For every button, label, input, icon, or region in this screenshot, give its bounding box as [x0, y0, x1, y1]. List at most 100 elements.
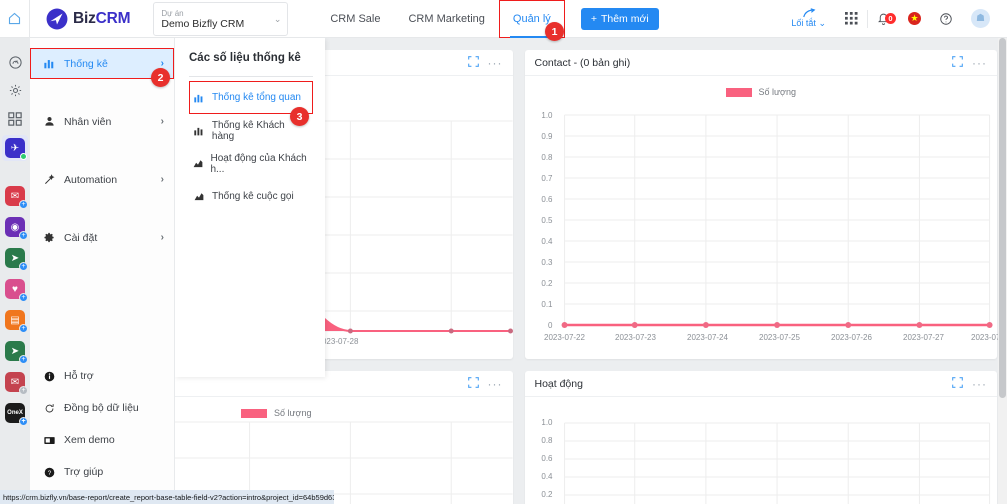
more-dots-icon[interactable]: ··· [488, 378, 503, 390]
home-icon[interactable] [0, 0, 30, 38]
card-right-bottom-body: 1.0 0.8 0.6 0.4 0.2 [525, 397, 998, 504]
menu-item-automation[interactable]: Automation › [30, 164, 174, 195]
card-right-top: Contact - (0 bản ghi) ··· Số lượng 1.0 0… [524, 50, 1007, 359]
online-status-dot [20, 153, 27, 160]
chart-right-top-xlabel-3: 2023-07-25 [759, 333, 800, 342]
card-right-top-body: Số lượng 1.0 0.9 0.8 0.7 0.6 0.5 0.4 0.3… [525, 76, 1007, 354]
apps-grid-icon[interactable] [7, 110, 24, 127]
vietnam-flag-icon[interactable]: ★ [899, 12, 930, 25]
main-nav: CRM Sale CRM Marketing Quản lý + Thêm mớ… [316, 0, 659, 38]
add-new-button[interactable]: + Thêm mới [580, 7, 659, 30]
expand-icon[interactable] [952, 54, 963, 72]
menu-item-xem-demo-label: Xem demo [64, 434, 115, 446]
gear-icon[interactable] [7, 82, 24, 99]
card-right-top-title: Contact - (0 bản ghi) [534, 56, 631, 69]
info-icon [43, 371, 56, 382]
chart-right-bottom-ytick-4: 0.2 [541, 490, 553, 499]
submenu-divider [189, 76, 313, 77]
legend-right-top: Số lượng [525, 76, 998, 99]
chart-right-top-xlabel-1: 2023-07-23 [615, 333, 656, 342]
add-badge-icon: + [19, 231, 28, 240]
scrollbar-thumb[interactable] [999, 38, 1006, 398]
chart-right-bottom-ytick-0: 1.0 [541, 418, 553, 427]
step-marker-1: 1 [545, 22, 564, 41]
chart-right-bottom-ytick-1: 0.8 [541, 436, 553, 445]
add-new-button-label: Thêm mới [600, 12, 649, 25]
more-dots-icon[interactable]: ··· [972, 57, 987, 69]
add-badge-icon: + [19, 386, 28, 395]
chart-right-top-xlabel-2: 2023-07-24 [687, 333, 728, 342]
chart-right-top-ytick-5: 0.5 [541, 216, 553, 225]
step-marker-2: 2 [151, 68, 170, 87]
dashboard-icon[interactable] [7, 54, 24, 71]
expand-icon[interactable] [467, 54, 479, 72]
nav-item-crm-marketing[interactable]: CRM Marketing [394, 0, 498, 38]
submenu-item-thong-ke-cuoc-goi[interactable]: Thống kê cuộc gọi [189, 180, 313, 213]
menu-item-cai-dat[interactable]: Cài đặt › [30, 222, 174, 253]
chart-right-top-svg [561, 114, 993, 328]
more-dots-icon[interactable]: ··· [972, 378, 987, 390]
add-badge-icon: + [19, 293, 28, 302]
submenu-item-hoat-dong-khach-hang[interactable]: Hoạt động của Khách h... [189, 147, 313, 180]
primary-menu-panel: Thống kê › Nhân viên › Automation › Cài … [30, 38, 175, 504]
menu-item-tro-giup-label: Trợ giúp [64, 466, 104, 478]
step-marker-3: 3 [290, 107, 309, 126]
user-icon [43, 116, 56, 127]
chart-right-top-ytick-2: 0.2 [541, 279, 553, 288]
legend-swatch-so-luong [725, 87, 752, 97]
menu-item-automation-label: Automation [64, 173, 118, 186]
bizfly-send-app-icon[interactable]: ➤ + [5, 248, 28, 271]
legend-label-so-luong: Số lượng [758, 87, 796, 97]
chart-right-bottom-ytick-2: 0.6 [541, 454, 553, 463]
video-icon [43, 435, 56, 446]
chart-right-top-ytick-1: 0.1 [541, 300, 553, 309]
rail-app-bizfly-crm-selected[interactable]: ✈ [2, 135, 28, 161]
status-bar-url: https://crm.bizfly.vn/base-report/create… [0, 490, 334, 504]
bell-icon[interactable]: 0 [868, 12, 899, 26]
menu-item-tro-giup[interactable]: ? Trợ giúp [30, 456, 174, 488]
bizfly-page-app-icon[interactable]: ▤ + [5, 310, 28, 333]
submenu-item-0-label: Thống kê tổng quan [212, 92, 301, 103]
grid-apps-icon[interactable] [836, 12, 867, 25]
chart-right-top-ytick-3: 0.3 [541, 258, 553, 267]
vertical-scrollbar[interactable] [998, 38, 1007, 504]
onex-app-icon[interactable]: OneX + [5, 403, 28, 426]
chart-right-top: 1.0 0.9 0.8 0.7 0.6 0.5 0.4 0.3 0.2 0.1 … [525, 99, 1007, 354]
menu-item-xem-demo[interactable]: Xem demo [30, 424, 174, 456]
help-circle-icon[interactable] [930, 12, 962, 26]
card-right-bottom: Hoạt động ··· 1.0 0.8 0.6 0.4 0.2 [524, 371, 998, 504]
chart-right-top-ytick-4: 0.4 [541, 237, 553, 246]
card-right-bottom-actions: ··· [952, 375, 987, 393]
expand-icon[interactable] [467, 375, 479, 393]
menu-item-cai-dat-label: Cài đặt [64, 231, 98, 244]
question-icon: ? [43, 467, 56, 478]
chart-right-top-ytick-7: 0.7 [541, 174, 553, 183]
more-dots-icon[interactable]: ··· [488, 57, 503, 69]
chevron-right-icon: › [160, 174, 164, 185]
bizfly-mail2-app-icon[interactable]: ✉ + [5, 372, 28, 395]
menu-item-nhan-vien[interactable]: Nhân viên › [30, 106, 174, 137]
bizfly-social-app-icon[interactable]: ♥ + [5, 279, 28, 302]
bar-chart-icon [193, 126, 205, 136]
chart-right-top-xlabel-0: 2023-07-22 [544, 333, 585, 342]
add-badge-icon: + [19, 417, 28, 426]
menu-item-ho-tro[interactable]: Hỗ trợ [30, 360, 174, 392]
app-rail: ✈ ✉ + ◉ + ➤ + ♥ + ▤ + ➤ + ✉ + OneX + [0, 38, 30, 504]
brand-part1: Biz [73, 9, 96, 27]
expand-icon[interactable] [952, 375, 963, 393]
brand-text: BizCRM [73, 9, 131, 28]
nav-item-crm-sale[interactable]: CRM Sale [316, 0, 394, 38]
add-badge-icon: + [19, 200, 28, 209]
project-selector[interactable]: Dự án Demo Bizfly CRM ⌄ [153, 1, 289, 36]
bizfly-chat-app-icon[interactable]: ◉ + [5, 217, 28, 240]
bizfly-send2-app-icon[interactable]: ➤ + [5, 341, 28, 364]
bizfly-mail-app-icon[interactable]: ✉ + [5, 186, 28, 209]
shortcut-button[interactable]: Lối tắt ⌄ [781, 8, 836, 29]
card-right-bottom-title: Hoạt động [534, 377, 583, 390]
chart-right-bottom: 1.0 0.8 0.6 0.4 0.2 [525, 397, 998, 504]
chart-right-top-ytick-0: 0 [548, 321, 553, 330]
card-right-bottom-header: Hoạt động ··· [524, 371, 997, 397]
chart-right-top-ytick-9: 0.9 [541, 132, 553, 141]
avatar[interactable]: ☗ [962, 9, 999, 28]
menu-item-dong-bo-du-lieu[interactable]: Đồng bộ dữ liệu [30, 392, 174, 424]
